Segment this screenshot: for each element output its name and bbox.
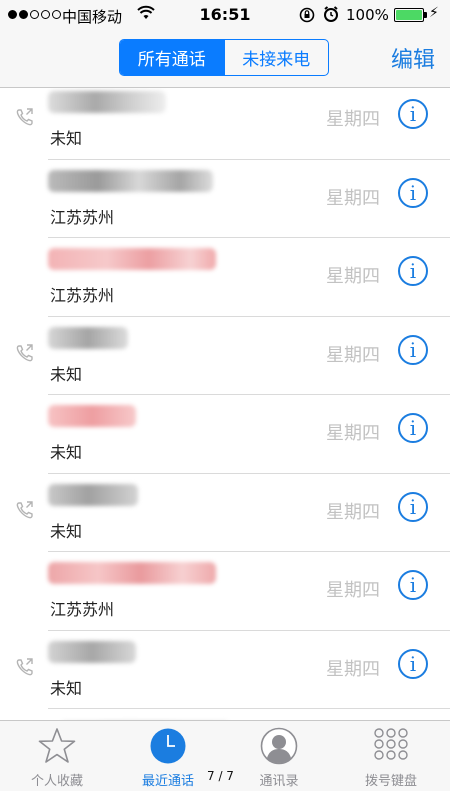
segment-missed-calls[interactable]: 未接来电: [223, 40, 329, 75]
list-item[interactable]: 未知 星期四 i: [0, 474, 450, 552]
info-icon[interactable]: i: [398, 256, 428, 286]
call-day: 星期四: [326, 187, 380, 209]
battery-percent: 100%: [346, 6, 389, 24]
list-item[interactable]: 未知 星期四 i: [0, 88, 450, 160]
list-item[interactable]: 未知 星期四 i: [0, 317, 450, 395]
tab-contacts[interactable]: 通讯录: [224, 721, 334, 792]
call-location: 江苏苏州: [50, 207, 115, 227]
tab-bar: 个人收藏 最近通话 7 / 7 通讯录 拨号键盘: [0, 720, 450, 791]
tab-keypad[interactable]: 拨号键盘: [336, 721, 446, 792]
outgoing-call-icon: [15, 343, 35, 363]
outgoing-call-icon: [15, 500, 35, 520]
edit-button[interactable]: 编辑: [391, 42, 435, 74]
call-location: 未知: [50, 443, 83, 462]
recent-calls-list[interactable]: 未知 星期四 i 江苏苏州 星期四 i 江苏苏州 星期四 i 未知 星期四 i …: [0, 88, 450, 720]
list-item[interactable]: [0, 709, 450, 720]
caller-number-redacted: [48, 405, 136, 427]
info-icon[interactable]: i: [398, 334, 428, 365]
nav-bar: 所有通话 未接来电 编辑: [0, 30, 450, 88]
battery-icon: [394, 8, 427, 22]
call-day: 星期四: [326, 423, 380, 444]
info-icon[interactable]: i: [398, 491, 428, 522]
info-icon[interactable]: i: [398, 99, 428, 129]
call-day: 星期四: [326, 501, 380, 523]
clock-icon: [113, 727, 223, 765]
caller-number-redacted: [48, 248, 216, 270]
star-icon: [2, 727, 112, 765]
caller-number-redacted: [48, 483, 138, 506]
call-location: 江苏苏州: [50, 600, 115, 619]
contacts-icon: [224, 727, 334, 765]
tab-favorites[interactable]: 个人收藏: [2, 721, 112, 792]
call-location: 未知: [50, 521, 83, 541]
info-icon[interactable]: i: [398, 570, 428, 600]
list-item[interactable]: 江苏苏州 星期四 i: [0, 160, 450, 238]
call-filter-segmented-control: 所有通话 未接来电: [119, 39, 329, 76]
alarm-icon: [323, 6, 339, 27]
info-icon[interactable]: i: [398, 648, 428, 679]
rotation-lock-icon: [299, 7, 315, 27]
info-icon[interactable]: i: [398, 177, 428, 208]
info-icon[interactable]: i: [398, 413, 428, 443]
list-item[interactable]: 江苏苏州 星期四 i: [0, 238, 450, 317]
segment-all-calls[interactable]: 所有通话: [120, 40, 224, 75]
call-day: 星期四: [326, 266, 380, 287]
caller-number-redacted: [48, 91, 166, 113]
call-day: 星期四: [326, 658, 380, 680]
list-item[interactable]: 未知 星期四 i: [0, 631, 450, 709]
call-day: 星期四: [326, 580, 380, 601]
caller-number-redacted: [48, 326, 128, 349]
status-bar: 中国移动 16:51 100% ⚡: [0, 0, 450, 30]
keypad-icon: [336, 727, 446, 765]
call-location: 未知: [50, 364, 83, 384]
caller-number-redacted: [48, 640, 136, 663]
call-location: 未知: [50, 678, 83, 698]
charging-icon: ⚡: [429, 5, 439, 21]
outgoing-call-icon: [15, 107, 35, 127]
outgoing-call-icon: [15, 657, 35, 677]
call-location: 江苏苏州: [50, 286, 115, 305]
caller-number-redacted: [48, 562, 216, 584]
list-item[interactable]: 未知 星期四 i: [0, 395, 450, 474]
call-day: 星期四: [326, 109, 380, 130]
call-location: 未知: [50, 129, 83, 148]
list-item[interactable]: 江苏苏州 星期四 i: [0, 552, 450, 631]
call-day: 星期四: [326, 344, 380, 366]
caller-number-redacted: [48, 169, 213, 192]
